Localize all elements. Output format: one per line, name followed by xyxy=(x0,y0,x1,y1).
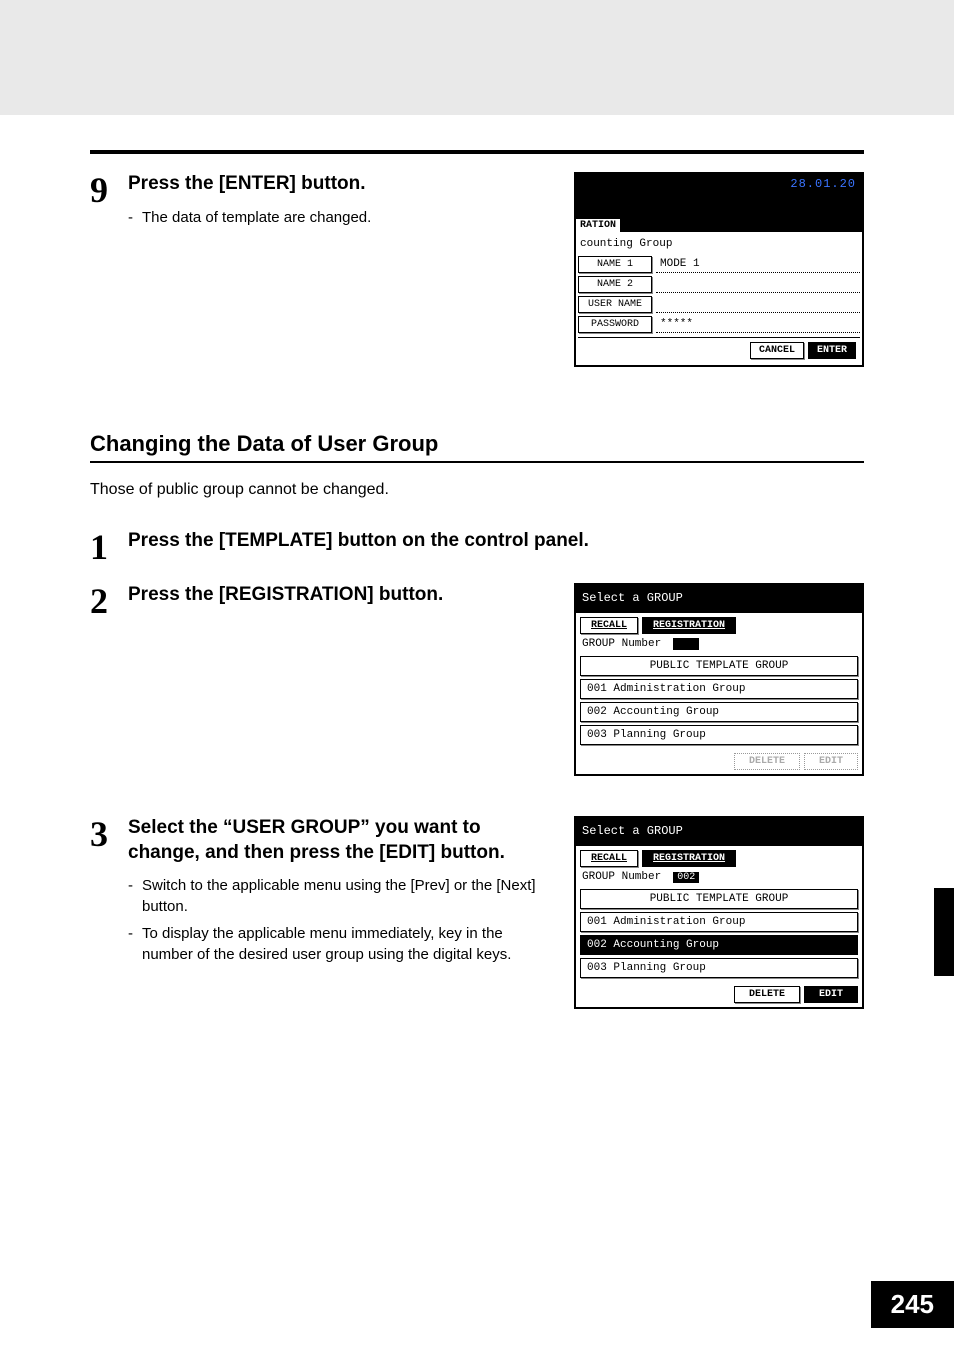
enter-button[interactable]: ENTER xyxy=(808,342,856,359)
cancel-button[interactable]: CANCEL xyxy=(750,342,804,359)
step-number: 1 xyxy=(90,529,116,565)
screenshot-select-group: Select a GROUP RECALL REGISTRATION GROUP… xyxy=(574,583,864,776)
name2-field[interactable] xyxy=(656,276,860,293)
screen-context: counting Group xyxy=(580,238,860,250)
step-note: Switch to the applicable menu using the … xyxy=(128,875,554,917)
group-item[interactable]: 003 Planning Group xyxy=(580,958,858,978)
name1-field[interactable]: MODE 1 xyxy=(656,256,860,273)
name2-button[interactable]: NAME 2 xyxy=(578,276,652,293)
group-item[interactable]: 001 Administration Group xyxy=(580,679,858,699)
edit-button[interactable]: EDIT xyxy=(804,753,858,770)
group-item[interactable]: 002 Accounting Group xyxy=(580,702,858,722)
password-field[interactable]: ***** xyxy=(656,316,860,333)
section-description: Those of public group cannot be changed. xyxy=(90,481,864,499)
group-item[interactable]: 001 Administration Group xyxy=(580,912,858,932)
group-number-value xyxy=(673,638,699,650)
top-rule xyxy=(90,150,864,154)
group-item[interactable]: 003 Planning Group xyxy=(580,725,858,745)
step-heading: Select the “USER GROUP” you want to chan… xyxy=(128,816,554,865)
screen-tab-ration[interactable]: RATION xyxy=(576,218,621,232)
recall-tab[interactable]: RECALL xyxy=(580,617,638,634)
screenshot-select-group-selected: Select a GROUP RECALL REGISTRATION GROUP… xyxy=(574,816,864,1009)
username-field[interactable] xyxy=(656,296,860,313)
screen-date: 28.01.20 xyxy=(790,177,856,191)
delete-button[interactable]: DELETE xyxy=(734,986,800,1003)
group-number-label: GROUP Number xyxy=(582,638,661,650)
screenshot-registration-form: 28.01.20 RATION counting Group NAME 1 MO… xyxy=(574,172,864,367)
group-number-value: 002 xyxy=(673,872,699,883)
name1-button[interactable]: NAME 1 xyxy=(578,256,652,273)
screen-title: Select a GROUP xyxy=(576,585,862,613)
group-item-selected[interactable]: 002 Accounting Group xyxy=(580,935,858,955)
password-button[interactable]: PASSWORD xyxy=(578,316,652,333)
step-number: 3 xyxy=(90,816,116,852)
screen-title: Select a GROUP xyxy=(576,818,862,846)
step-number: 2 xyxy=(90,583,116,619)
side-tab xyxy=(934,888,954,976)
username-button[interactable]: USER NAME xyxy=(578,296,652,313)
public-template-group-button[interactable]: PUBLIC TEMPLATE GROUP xyxy=(580,656,858,676)
public-template-group-button[interactable]: PUBLIC TEMPLATE GROUP xyxy=(580,889,858,909)
section-heading: Changing the Data of User Group xyxy=(90,431,864,457)
group-number-label: GROUP Number xyxy=(582,871,661,883)
step-note: The data of template are changed. xyxy=(128,207,554,228)
step-number: 9 xyxy=(90,172,116,208)
header-band xyxy=(0,0,954,115)
step-heading: Press the [TEMPLATE] button on the contr… xyxy=(128,529,864,554)
section-rule xyxy=(90,461,864,463)
page-number: 245 xyxy=(871,1281,954,1328)
edit-button[interactable]: EDIT xyxy=(804,986,858,1003)
step-heading: Press the [ENTER] button. xyxy=(128,172,554,197)
registration-tab[interactable]: REGISTRATION xyxy=(642,850,736,867)
registration-tab[interactable]: REGISTRATION xyxy=(642,617,736,634)
delete-button[interactable]: DELETE xyxy=(734,753,800,770)
step-heading: Press the [REGISTRATION] button. xyxy=(128,583,554,608)
step-note: To display the applicable menu immediate… xyxy=(128,923,554,965)
recall-tab[interactable]: RECALL xyxy=(580,850,638,867)
